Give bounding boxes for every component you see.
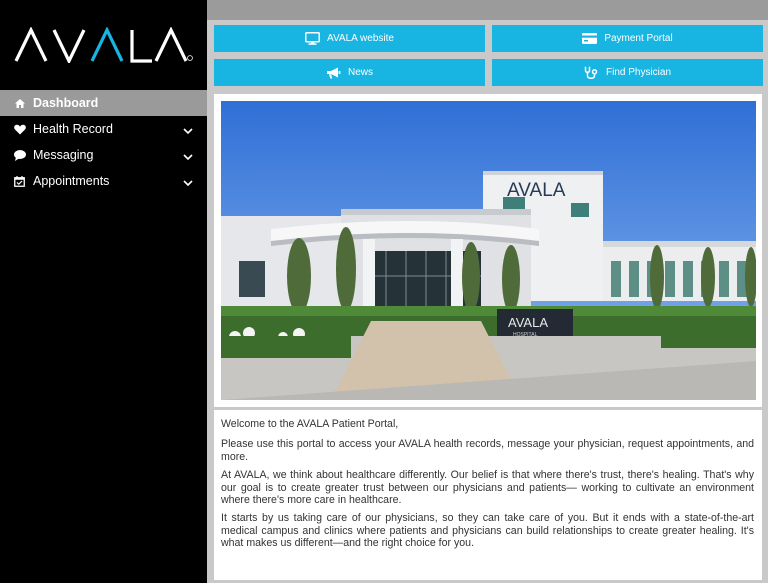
top-band <box>207 0 768 20</box>
payment-portal-button[interactable]: Payment Portal <box>492 25 763 52</box>
heart-icon <box>13 123 26 136</box>
welcome-card: Welcome to the AVALA Patient Portal, Ple… <box>214 410 762 580</box>
hero-image-card: AVALA AVALA HOSPITAL <box>214 94 762 407</box>
chevron-down-icon[interactable] <box>183 150 193 164</box>
avala-website-button[interactable]: AVALA website <box>214 25 485 52</box>
welcome-paragraph: It starts by us taking care of our physi… <box>221 512 754 550</box>
chevron-down-icon[interactable] <box>183 124 193 138</box>
sidebar-item-dashboard[interactable]: Dashboard <box>0 90 207 116</box>
chat-bubble-icon <box>13 149 26 162</box>
sidebar-item-messaging[interactable]: Messaging <box>0 142 207 168</box>
calendar-check-icon <box>13 175 26 188</box>
sidebar: Dashboard Health Record Messaging Appoin… <box>0 0 207 583</box>
main-content: AVALA website Payment Portal News Find P… <box>207 0 768 583</box>
button-label: Find Physician <box>605 67 672 78</box>
ground-sign-text: AVALA <box>508 315 548 330</box>
monitor-icon <box>305 32 321 45</box>
building-sign-text: AVALA <box>507 180 566 201</box>
button-label: AVALA website <box>327 33 394 44</box>
home-icon <box>13 97 26 110</box>
hospital-photo: AVALA AVALA HOSPITAL <box>221 101 756 400</box>
welcome-paragraph: At AVALA, we think about healthcare diff… <box>221 469 754 507</box>
sidebar-item-health-record[interactable]: Health Record <box>0 116 207 142</box>
sidebar-item-label: Appointments <box>33 174 110 188</box>
sidebar-item-label: Dashboard <box>33 96 99 110</box>
logo-wordmark <box>14 27 193 63</box>
button-label: News <box>347 67 373 78</box>
sidebar-item-label: Health Record <box>33 122 113 136</box>
chevron-down-icon[interactable] <box>183 176 193 190</box>
news-button[interactable]: News <box>214 59 485 86</box>
button-label: Payment Portal <box>604 33 673 44</box>
sidebar-item-appointments[interactable]: Appointments <box>0 168 207 194</box>
megaphone-icon <box>326 67 341 78</box>
stethoscope-icon <box>584 66 598 79</box>
credit-card-icon <box>582 33 598 44</box>
avala-logo[interactable] <box>0 0 207 90</box>
welcome-paragraph: Please use this portal to access your AV… <box>221 438 754 463</box>
sidebar-item-label: Messaging <box>33 148 94 162</box>
find-physician-button[interactable]: Find Physician <box>492 59 763 86</box>
welcome-greeting: Welcome to the AVALA Patient Portal, <box>221 418 399 430</box>
